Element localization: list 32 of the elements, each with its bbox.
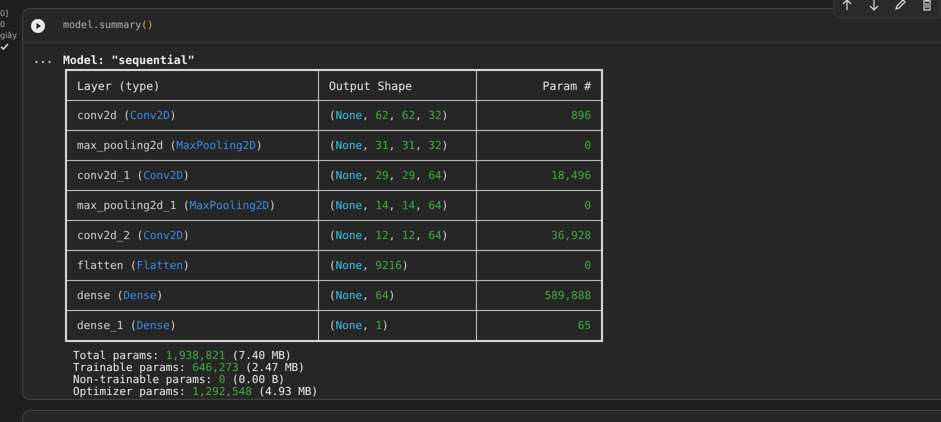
model-title: Model: "sequential" [63, 53, 196, 67]
table-cell: (None, 14, 14, 64) [318, 190, 476, 220]
arrow-up-icon[interactable] [841, 0, 854, 11]
table-cell: max_pooling2d (MaxPooling2D) [66, 130, 318, 160]
column-header: Output Shape [318, 70, 476, 100]
pencil-icon[interactable] [894, 0, 906, 11]
table-cell: (None, 29, 29, 64) [318, 160, 476, 190]
params-summary-line: Optimizer params: 1,292,548 (4.93 MB) [73, 386, 320, 398]
table-cell: flatten (Flatten) [66, 250, 318, 280]
run-button[interactable] [31, 18, 45, 32]
table-cell: conv2d (Conv2D) [66, 100, 318, 130]
params-summary-line: Non-trainable params: 0 (0.00 B) [73, 374, 286, 386]
table-cell: conv2d_1 (Conv2D) [66, 160, 318, 190]
table-cell: dense (Dense) [66, 280, 318, 310]
execution-info-text: 0 [0, 19, 6, 30]
table-cell: (None, 31, 31, 32) [318, 130, 476, 160]
params-summary-line: Trainable params: 646,273 (2.47 MB) [73, 362, 306, 374]
execution-info-text: 0] [0, 8, 10, 19]
output-menu-button[interactable]: ... [23, 53, 63, 398]
execution-info-text: giây [0, 30, 18, 41]
column-header: Layer (type) [66, 70, 318, 100]
trash-icon[interactable] [920, 0, 933, 11]
table-cell: conv2d_2 (Conv2D) [66, 220, 318, 250]
check-icon [0, 43, 9, 50]
code-line: model.summary() [63, 20, 154, 31]
table-cell: max_pooling2d_1 (MaxPooling2D) [66, 190, 318, 220]
table-cell: (None, 64) [318, 280, 476, 310]
table-cell: (None, 9216) [318, 250, 476, 280]
params-summary-line: Total params: 1,938,821 (7.40 MB) [73, 350, 293, 362]
arrow-down-icon[interactable] [868, 0, 880, 11]
table-cell: (None, 12, 12, 64) [318, 220, 476, 250]
table-cell: (None, 62, 62, 32) [318, 100, 476, 130]
